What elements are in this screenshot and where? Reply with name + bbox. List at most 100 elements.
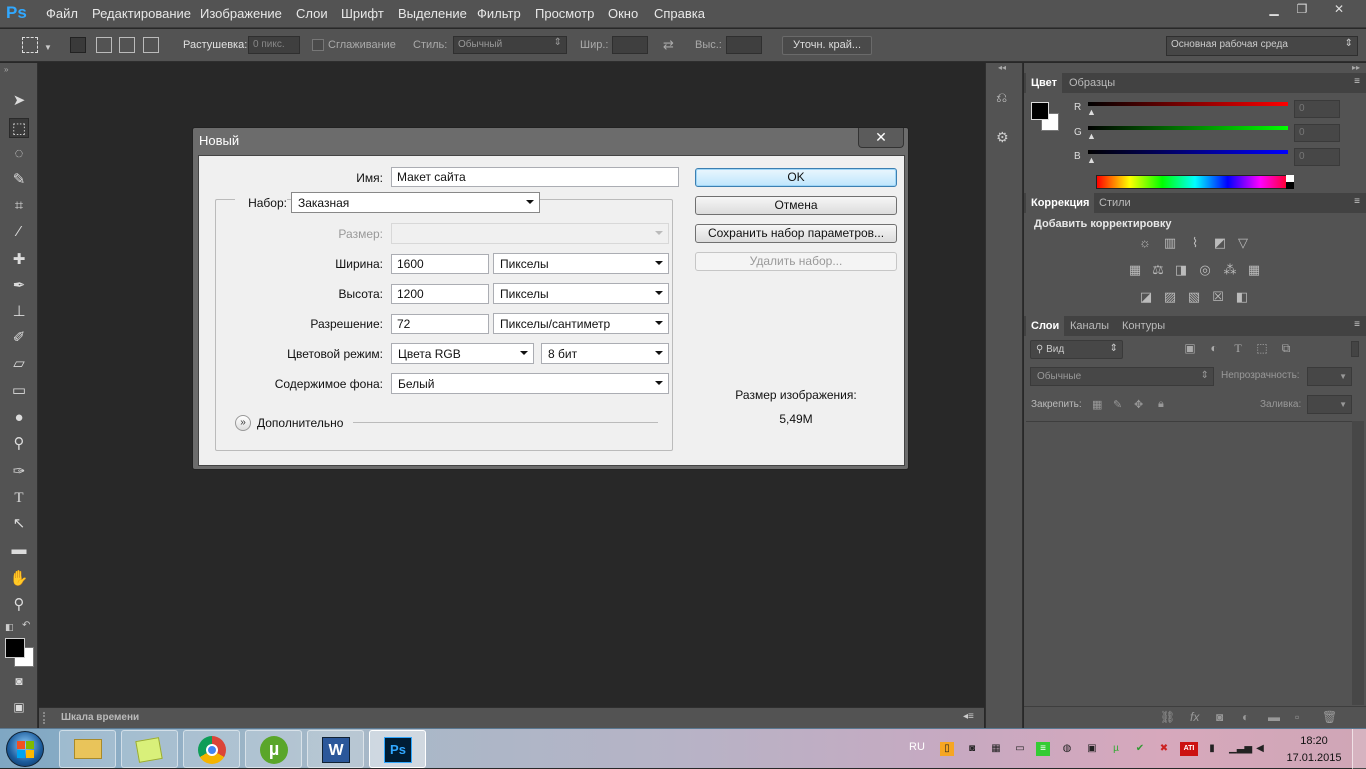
menu-type[interactable]: Шрифт bbox=[341, 6, 384, 21]
smart-object-filter-icon[interactable]: ⧉ bbox=[1278, 341, 1294, 357]
expand-advanced-icon[interactable]: » bbox=[235, 415, 251, 431]
tab-swatches[interactable]: Образцы bbox=[1064, 73, 1120, 93]
red-slider[interactable] bbox=[1088, 102, 1288, 106]
height-input[interactable]: 1200 bbox=[391, 284, 489, 304]
properties-panel-icon[interactable]: ⚙ bbox=[996, 129, 1014, 147]
color-spectrum[interactable] bbox=[1096, 175, 1294, 189]
menu-edit[interactable]: Редактирование bbox=[92, 6, 191, 21]
width-input[interactable] bbox=[612, 36, 648, 54]
fill-input[interactable]: ▼ bbox=[1307, 395, 1352, 414]
green-value[interactable]: 0 bbox=[1294, 124, 1340, 142]
ati-tray-icon[interactable]: ATI bbox=[1180, 742, 1198, 756]
close-window-icon[interactable]: ✕ bbox=[1326, 2, 1352, 18]
screen-mode-icon[interactable]: ▣ bbox=[9, 697, 29, 717]
resolution-unit-select[interactable]: Пикселы/сантиметр bbox=[493, 313, 669, 334]
taskbar-word[interactable]: W bbox=[307, 730, 364, 768]
panel-menu-icon[interactable]: ≡ bbox=[1354, 196, 1360, 207]
layers-scrollbar[interactable] bbox=[1352, 421, 1364, 705]
refine-edge-button[interactable]: Уточн. край... bbox=[782, 36, 872, 55]
eraser-icon[interactable]: ▱ bbox=[9, 354, 29, 374]
hand-icon[interactable]: ✋ bbox=[9, 569, 29, 589]
white-swatch[interactable] bbox=[1286, 175, 1294, 182]
taskbar-sticky-notes[interactable] bbox=[121, 730, 178, 768]
antialias-checkbox[interactable] bbox=[312, 39, 324, 51]
tab-layers[interactable]: Слои bbox=[1026, 316, 1065, 336]
brush-icon[interactable]: ✒ bbox=[9, 276, 29, 296]
advanced-label[interactable]: Дополнительно bbox=[257, 416, 343, 430]
trash-icon[interactable]: 🗑︎ bbox=[1322, 710, 1337, 724]
lock-image-icon[interactable]: ✎ bbox=[1113, 398, 1122, 411]
tab-adjustments[interactable]: Коррекция bbox=[1026, 193, 1095, 213]
utorrent-tray-icon[interactable]: µ bbox=[1109, 742, 1123, 756]
new-selection-icon[interactable] bbox=[70, 37, 86, 53]
bit-depth-select[interactable]: 8 бит bbox=[541, 343, 669, 364]
dodge-icon[interactable]: ⚲ bbox=[9, 434, 29, 454]
type-icon[interactable]: T bbox=[9, 488, 29, 508]
lock-all-icon[interactable]: 🔒︎ bbox=[1158, 398, 1164, 411]
width-unit-select[interactable]: Пикселы bbox=[493, 253, 669, 274]
background-contents-select[interactable]: Белый bbox=[391, 373, 669, 394]
taskbar-utorrent[interactable]: µ bbox=[245, 730, 302, 768]
blur-icon[interactable]: ● bbox=[9, 408, 29, 428]
feather-input[interactable]: 0 пикс. bbox=[248, 36, 300, 54]
height-unit-select[interactable]: Пикселы bbox=[493, 283, 669, 304]
taskbar-photoshop[interactable]: Ps bbox=[369, 730, 426, 768]
tray-app-icon[interactable]: ▦ bbox=[989, 742, 1003, 756]
levels-icon[interactable]: ▥ bbox=[1161, 235, 1179, 251]
gradient-icon[interactable]: ▭ bbox=[9, 381, 29, 401]
panel-menu-icon[interactable]: ◂≡ bbox=[963, 711, 974, 722]
history-brush-icon[interactable]: ✐ bbox=[9, 328, 29, 348]
restore-icon[interactable]: ❐ bbox=[1289, 2, 1315, 18]
workspace-select[interactable]: Основная рабочая среда ⇕ bbox=[1166, 36, 1358, 56]
taskbar-chrome[interactable] bbox=[183, 730, 240, 768]
collapse-icon[interactable]: » bbox=[4, 65, 8, 74]
adjustment-filter-icon[interactable]: ◐ bbox=[1206, 341, 1222, 357]
tray-app-icon[interactable]: ◍ bbox=[1060, 742, 1074, 756]
folder-icon[interactable]: ▬ bbox=[1268, 710, 1280, 724]
new-layer-icon[interactable]: ▫ bbox=[1295, 710, 1299, 724]
slider-thumb-icon[interactable]: ▲ bbox=[1087, 155, 1096, 165]
style-select[interactable]: Обычный ⇕ bbox=[453, 36, 567, 54]
blue-slider[interactable] bbox=[1088, 150, 1288, 154]
opacity-input[interactable]: ▼ bbox=[1307, 367, 1352, 386]
tray-app-icon[interactable]: ✖ bbox=[1157, 742, 1171, 756]
grip-icon[interactable] bbox=[43, 712, 51, 724]
exposure-icon[interactable]: ◩ bbox=[1211, 235, 1229, 251]
menu-window[interactable]: Окно bbox=[608, 6, 638, 21]
layer-filter-select[interactable]: ⚲ Вид ⇕ bbox=[1030, 340, 1123, 359]
fx-icon[interactable]: fx bbox=[1190, 710, 1199, 724]
intersect-selection-icon[interactable] bbox=[143, 37, 159, 53]
brightness-icon[interactable]: ☼ bbox=[1136, 235, 1154, 251]
path-select-icon[interactable]: ↖ bbox=[9, 514, 29, 534]
tray-app-icon[interactable]: ▮ bbox=[1205, 742, 1219, 756]
vibrance-icon[interactable]: ▽ bbox=[1234, 235, 1252, 251]
curves-icon[interactable]: ⌇ bbox=[1186, 235, 1204, 251]
swap-icon[interactable]: ⇄ bbox=[663, 37, 674, 53]
rect-marquee-icon[interactable]: ⬚ bbox=[9, 118, 29, 138]
menu-image[interactable]: Изображение bbox=[200, 6, 282, 21]
menu-select[interactable]: Выделение bbox=[398, 6, 467, 21]
blend-mode-select[interactable]: Обычные ⇕ bbox=[1030, 367, 1214, 386]
chevron-down-icon[interactable]: ▼ bbox=[44, 43, 52, 52]
black-swatch[interactable] bbox=[1286, 182, 1294, 189]
history-panel-icon[interactable]: ⎌ bbox=[996, 89, 1014, 107]
quick-select-icon[interactable]: ✎ bbox=[9, 170, 29, 190]
stamp-icon[interactable]: ⊥ bbox=[9, 302, 29, 322]
collapse-icon[interactable]: ◂◂ bbox=[998, 63, 1006, 72]
color-mode-select[interactable]: Цвета RGB bbox=[391, 343, 534, 364]
lock-pixels-icon[interactable]: ▦ bbox=[1092, 398, 1102, 411]
language-indicator[interactable]: RU bbox=[909, 741, 925, 753]
pixel-layer-filter-icon[interactable]: ▣ bbox=[1182, 341, 1198, 357]
quick-mask-icon[interactable]: ◙ bbox=[9, 671, 29, 691]
red-value[interactable]: 0 bbox=[1294, 100, 1340, 118]
tab-styles[interactable]: Стили bbox=[1094, 193, 1136, 213]
link-icon[interactable]: ⛓ bbox=[1160, 710, 1175, 724]
move-tool-icon[interactable]: ➤ bbox=[9, 91, 29, 111]
hue-saturation-icon[interactable]: ▦ bbox=[1126, 262, 1144, 278]
network-icon[interactable]: ▁▃▅ bbox=[1229, 742, 1252, 756]
check-tray-icon[interactable]: ✔ bbox=[1133, 742, 1147, 756]
default-colors-icon[interactable]: ◧ bbox=[5, 622, 14, 633]
volume-icon[interactable]: ◀ bbox=[1253, 742, 1267, 756]
zoom-icon[interactable]: ⚲ bbox=[9, 595, 29, 615]
crop-icon[interactable]: ⌗ bbox=[9, 196, 29, 216]
